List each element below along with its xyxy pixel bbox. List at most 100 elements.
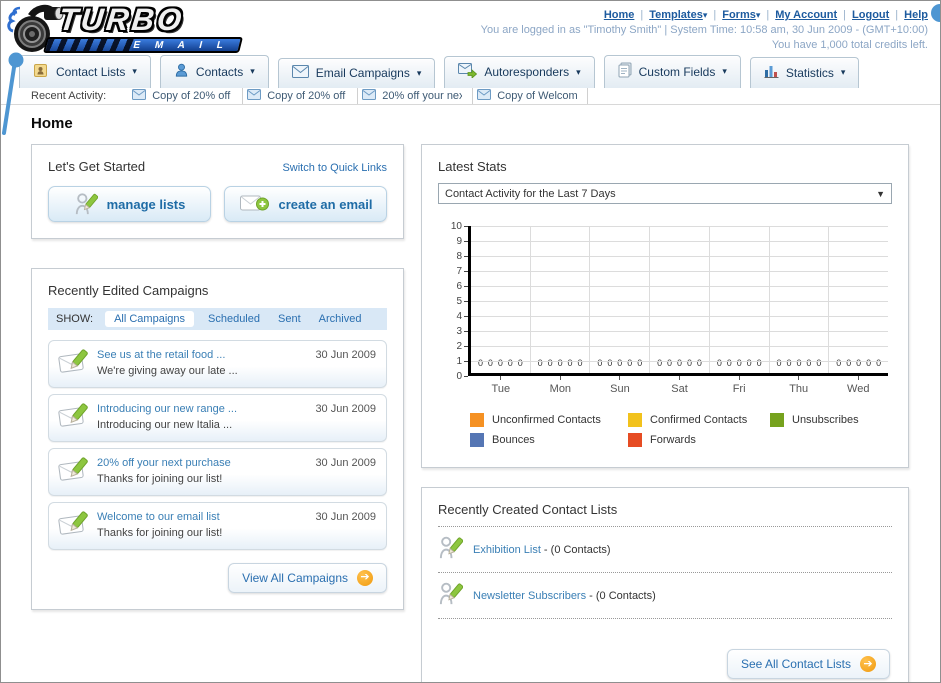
gridline [471,286,888,287]
legend-label: Bounces [492,434,535,446]
manage-lists-button[interactable]: manage lists [48,186,211,222]
x-tick-text: Sat [671,383,688,395]
value-label: 0 [627,358,633,368]
campaign-title-link[interactable]: Welcome to our email list [97,510,307,526]
filter-archived[interactable]: Archived [319,313,362,325]
recent-activity-items: Copy of 20% off yo Copy of 20% off yo 20% … [128,88,589,104]
chart-group: 00000 [471,226,531,373]
campaign-title-link[interactable]: See us at the retail food ... [97,348,307,364]
top-link-logout[interactable]: Logout [852,9,889,21]
activity-text: Copy of 20% off yo [267,90,347,102]
tab-autoresponders[interactable]: Autoresponders ▾ [444,56,595,88]
y-tick-label: 2 [456,340,468,352]
link-separator: | [843,9,847,21]
tab-statistics[interactable]: Statistics ▾ [749,57,860,88]
link-separator: | [895,9,899,21]
recent-activity-item[interactable]: Copy of 20% off yo [243,88,359,104]
campaign-card[interactable]: See us at the retail food ... We're givin… [48,340,387,388]
top-link-help[interactable]: Help [904,9,928,21]
x-tick-mark [559,376,561,380]
value-label: 0 [836,358,842,368]
recent-activity-item[interactable]: 20% off your next p [358,88,474,104]
tab-custom-fields[interactable]: Custom Fields ▾ [603,55,741,88]
value-label: 0 [736,358,742,368]
campaign-edit-icon [57,402,89,432]
campaign-title-link[interactable]: Introducing our new range ... [97,402,307,418]
y-tick-text: 4 [456,310,462,322]
campaign-filter-bar: SHOW: All Campaigns Scheduled Sent Archived [48,308,387,330]
recent-activity-item[interactable]: Copy of Welcome to [473,88,589,104]
turbo-email-logo: TURBO E M A I L [7,2,243,56]
recent-activity-item[interactable]: Copy of 20% off yo [128,88,244,104]
value-label: 0 [657,358,663,368]
value-label: 0 [696,358,702,368]
campaign-title-link[interactable]: 20% off your next purchase [97,456,307,472]
filter-scheduled[interactable]: Scheduled [208,313,260,325]
custom-fields-icon [618,62,632,81]
value-label: 0 [876,358,882,368]
top-link-forms[interactable]: Forms ▾ [722,9,760,21]
top-link-home[interactable]: Home [604,9,635,21]
y-tick-label: 1 [456,355,468,367]
contact-list-link[interactable]: Newsletter Subscribers [473,590,586,602]
value-label: 0 [547,358,553,368]
y-tick-label: 4 [456,310,468,322]
chart-group: 00000 [829,226,888,373]
campaign-card[interactable]: Introducing our new range ... Introducing… [48,393,387,442]
x-tick-mark [679,376,681,380]
gridline [471,346,888,347]
tab-label: Custom Fields [638,64,716,79]
view-all-campaigns-label: View All Campaigns [242,570,348,585]
gridline [471,241,888,242]
x-tick-label: Tue [471,376,531,395]
latest-stats-title: Latest Stats [438,159,507,174]
value-label: 0 [507,358,513,368]
create-email-label: create an email [278,196,373,212]
stats-period-select[interactable]: Contact Activity for the Last 7 Days ▼ [438,183,892,204]
value-label: 0 [746,358,752,368]
tab-email-campaigns[interactable]: Email Campaigns ▾ [277,58,436,88]
campaign-subtitle: We're giving away our late ... [97,364,238,377]
top-link-my-account[interactable]: My Account [775,9,837,21]
gridline [471,256,888,257]
value-labels: 00000 [533,358,588,368]
top-link-templates[interactable]: Templates ▾ [649,9,707,21]
view-all-campaigns-button[interactable]: View All Campaigns ➔ [228,562,387,593]
tab-label: Contacts [195,64,244,79]
help-bubble-icon[interactable] [931,4,940,22]
legend-item: Bounces [470,433,628,447]
switch-quick-links[interactable]: Switch to Quick Links [282,162,387,174]
value-label: 0 [497,358,503,368]
value-label: 0 [567,358,573,368]
chevron-down-icon: ▾ [840,67,846,77]
header: TURBO E M A I L Home | Templates ▾ | Forms ▾… [1,1,940,53]
filter-sent[interactable]: Sent [278,313,301,325]
legend-label: Unconfirmed Contacts [492,414,601,426]
logo-title: TURBO [57,2,187,37]
see-all-contact-lists-button[interactable]: See All Contact Lists ➔ [726,649,890,679]
person-pencil-icon [438,535,464,564]
see-all-contact-lists-label: See All Contact Lists [740,657,851,671]
value-labels: 00000 [712,358,767,368]
contact-count: - (0 Contacts) [540,543,611,556]
y-tick-label: 5 [456,295,468,307]
value-label: 0 [796,358,802,368]
campaign-card[interactable]: 20% off your next purchase Thanks for joi… [48,447,387,496]
value-label: 0 [517,358,523,368]
tab-contacts[interactable]: Contacts ▾ [159,55,269,88]
campaign-info: Welcome to our email list Thanks for join… [97,510,307,542]
create-email-button[interactable]: create an email [224,186,387,222]
envelope-icon [362,89,377,103]
filter-all-campaigns[interactable]: All Campaigns [105,311,194,327]
gridline [471,301,888,302]
contact-list-link[interactable]: Exhibition List [473,544,541,556]
x-tick-text: Tue [491,383,511,395]
tab-contact-lists[interactable]: Contact Lists ▾ [19,55,151,88]
x-tick-label: Sat [650,376,710,395]
value-label: 0 [667,358,673,368]
y-tick-text: 2 [456,340,462,352]
arrow-right-icon: ➔ [860,656,876,672]
y-tick-text: 1 [456,355,462,367]
chevron-down-icon: ▾ [755,10,761,20]
campaign-card[interactable]: Welcome to our email list Thanks for join… [48,501,387,550]
